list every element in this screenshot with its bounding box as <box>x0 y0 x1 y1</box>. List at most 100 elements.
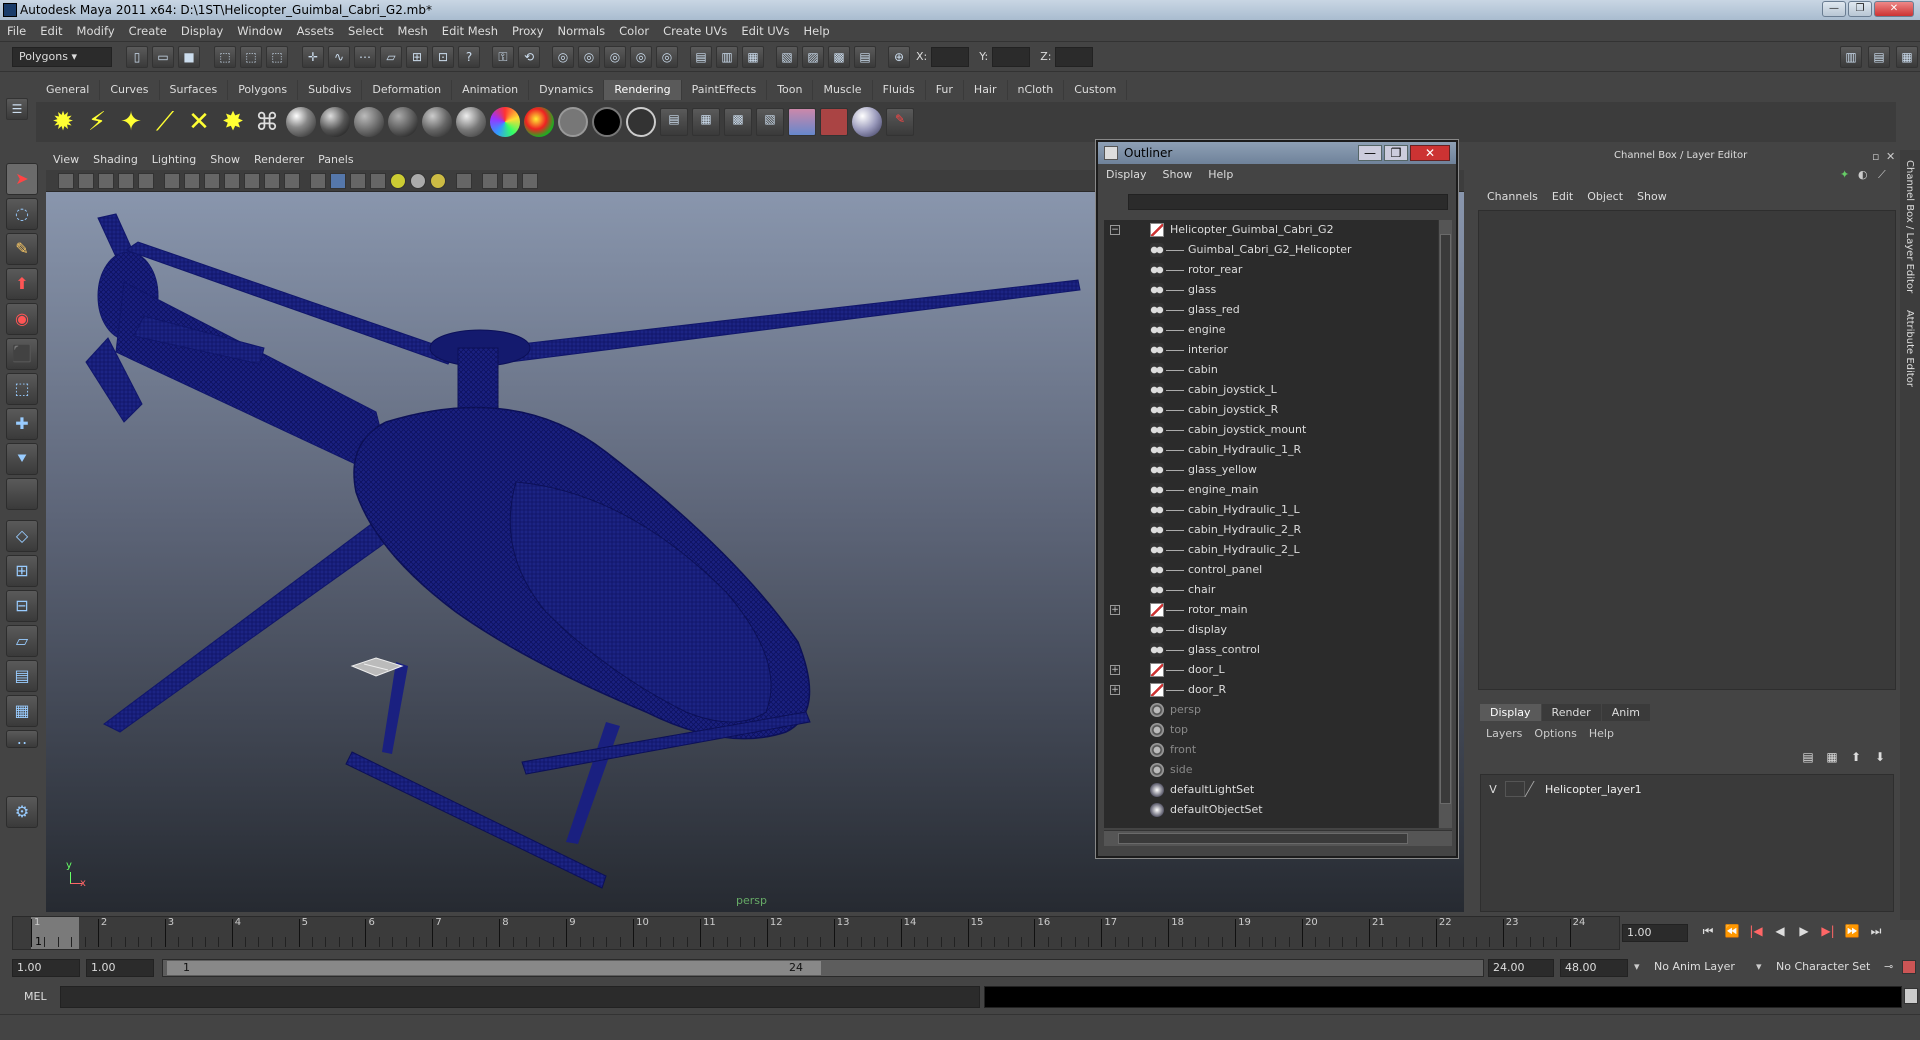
shelf-tab-fur[interactable]: Fur <box>926 80 964 100</box>
expand-icon[interactable]: + <box>1110 665 1120 675</box>
render-frame-icon[interactable]: ◎ <box>552 45 574 68</box>
y-field[interactable] <box>992 46 1031 67</box>
resolution-gate-icon[interactable] <box>204 172 220 189</box>
outliner-filter-field[interactable] <box>1128 194 1448 210</box>
expand-icon[interactable]: + <box>1110 685 1120 695</box>
outliner-item-glass-red[interactable]: glass_red <box>1104 300 1438 320</box>
select-hierarchy-icon[interactable]: ⬚ <box>214 45 236 68</box>
hypershade-sphere-icon[interactable] <box>852 107 882 137</box>
directional-light-icon[interactable]: ⚡ <box>80 107 114 137</box>
render-persp-icon[interactable]: ▦ <box>6 695 38 727</box>
snap-plane-icon[interactable]: ▱ <box>380 45 402 68</box>
outliner-menu-display[interactable]: Display <box>1098 164 1155 186</box>
outliner-item-guimbal-cabri-g2-helicopter[interactable]: Guimbal_Cabri_G2_Helicopter <box>1104 240 1438 260</box>
layer-tab-display[interactable]: Display <box>1480 704 1541 721</box>
minimize-button[interactable]: — <box>1822 1 1846 17</box>
point-light-icon[interactable]: ✦ <box>114 107 148 137</box>
close-button[interactable]: ✕ <box>1874 1 1914 17</box>
layer-name[interactable]: Helicopter_layer1 <box>1545 783 1642 796</box>
save-scene-icon[interactable]: ■ <box>178 45 200 68</box>
layer-menu-layers[interactable]: Layers <box>1480 727 1528 740</box>
field-chart-icon[interactable] <box>244 172 260 189</box>
h-scrollbar-thumb[interactable] <box>1118 833 1408 844</box>
outliner-horizontal-scrollbar[interactable] <box>1104 830 1452 846</box>
outliner-persp-icon[interactable]: ⊟ <box>6 590 38 622</box>
default-lighting-icon[interactable] <box>390 172 406 189</box>
new-layer-selected-icon[interactable]: ▦ <box>1820 750 1844 770</box>
history-icon[interactable]: ⟲ <box>518 45 540 68</box>
outliner-menu-show[interactable]: Show <box>1155 164 1201 186</box>
render-settings-icon[interactable]: ◎ <box>604 45 626 68</box>
command-language-label[interactable]: MEL <box>24 990 47 1003</box>
channel-toggle-icon[interactable]: ▤ <box>854 45 876 68</box>
outliner-item-chair[interactable]: chair <box>1104 580 1438 600</box>
outliner-item-root[interactable]: − Helicopter_Guimbal_Cabri_G2 <box>1104 220 1438 240</box>
select-tool-icon[interactable]: ➤ <box>6 163 38 195</box>
collapse-icon[interactable]: − <box>1110 225 1120 235</box>
shelf-tab-hair[interactable]: Hair <box>964 80 1008 100</box>
start-time-field[interactable]: 1.00 <box>12 959 80 977</box>
script-editor-icon[interactable] <box>1904 988 1918 1004</box>
go-to-end-icon[interactable]: ⏭ <box>1864 924 1888 944</box>
outliner-maximize-button[interactable]: ❐ <box>1384 145 1408 161</box>
wireframe-icon[interactable] <box>310 172 326 189</box>
attribute-toggle-icon[interactable]: ▨ <box>802 45 824 68</box>
layer-tab-anim[interactable]: Anim <box>1601 704 1650 721</box>
outliner-minimize-button[interactable]: — <box>1358 145 1382 161</box>
color-shader-icon[interactable] <box>524 107 554 137</box>
channel-box-area[interactable] <box>1478 210 1896 690</box>
shelf-tab-fluids[interactable]: Fluids <box>873 80 926 100</box>
shelf-toggle-icon[interactable]: ▦ <box>742 45 764 68</box>
outliner-item-camera-side[interactable]: side <box>1104 760 1438 780</box>
layer-visibility-toggle[interactable]: V <box>1481 783 1505 796</box>
spot-light-icon[interactable]: ⟋ <box>148 107 182 138</box>
tail-boom[interactable] <box>115 281 395 483</box>
outliner-item-rotor-main[interactable]: + rotor_main <box>1104 600 1438 620</box>
panel-float-icon[interactable]: ▫ <box>1872 150 1879 163</box>
shadow-shader-icon[interactable] <box>626 107 656 137</box>
time-slider[interactable]: 1 1 2 3 4 5 6 7 8 9 10 11 12 13 14 15 16 17 18 19 20 21 22 23 2… <box>12 916 1620 950</box>
viewport-menu-renderer[interactable]: Renderer <box>247 150 311 170</box>
shelf-tab-ncloth[interactable]: nCloth <box>1008 80 1065 100</box>
outliner-item-camera-top[interactable]: top <box>1104 720 1438 740</box>
channel-menu-edit[interactable]: Edit <box>1545 190 1580 203</box>
menu-edit[interactable]: Edit <box>33 20 69 42</box>
ssao-icon[interactable] <box>522 172 538 189</box>
graph-persp-icon[interactable]: ▱ <box>6 625 38 657</box>
outliner-item-door-r[interactable]: + door_R <box>1104 680 1438 700</box>
isolate-select-icon[interactable] <box>456 172 472 189</box>
expand-icon[interactable]: + <box>1110 605 1120 615</box>
xray-icon[interactable] <box>370 172 386 189</box>
snap-surface-icon[interactable]: ⊞ <box>406 45 428 68</box>
playback-end-field[interactable]: 24.00 <box>1488 959 1554 977</box>
menu-modify[interactable]: Modify <box>70 20 122 42</box>
ramp-shader-icon[interactable] <box>490 107 520 137</box>
select-camera-icon[interactable] <box>58 172 74 189</box>
shelf-tab-rendering[interactable]: Rendering <box>604 80 682 100</box>
shelf-tab-general[interactable]: General <box>36 80 101 100</box>
select-component-icon[interactable]: ⬚ <box>266 45 288 68</box>
step-forward-frame-icon[interactable]: ▶| <box>1816 924 1840 944</box>
key-icon[interactable]: ⊸ <box>1884 960 1893 973</box>
channel-menu-channels[interactable]: Channels <box>1480 190 1545 203</box>
last-tool-icon[interactable] <box>6 478 38 510</box>
wireframe-on-shaded-icon[interactable] <box>350 172 366 189</box>
safe-action-icon[interactable] <box>264 172 280 189</box>
grid-icon[interactable] <box>164 172 180 189</box>
single-pane-icon[interactable]: ◇ <box>6 520 38 552</box>
play-backwards-icon[interactable]: ◀ <box>1768 924 1792 944</box>
character-set-dropdown[interactable]: No Character Set <box>1772 959 1880 977</box>
shelf-tab-surfaces[interactable]: Surfaces <box>160 80 229 100</box>
select-object-icon[interactable]: ⬚ <box>240 45 262 68</box>
animation-preferences-icon[interactable] <box>1902 960 1916 974</box>
outliner-item-camera-persp[interactable]: persp <box>1104 700 1438 720</box>
texture-icon[interactable] <box>502 172 518 189</box>
smooth-shade-icon[interactable] <box>330 172 346 189</box>
menu-file[interactable]: File <box>0 20 33 42</box>
snapshot-icon[interactable]: ▧ <box>756 108 784 136</box>
channel-box-toggle-icon[interactable]: ▦ <box>1896 45 1918 68</box>
area-light-icon[interactable]: ✕ <box>182 107 216 137</box>
batch-render-icon[interactable]: ▦ <box>692 108 720 136</box>
menu-normals[interactable]: Normals <box>551 20 613 42</box>
outliner-vertical-scrollbar[interactable] <box>1438 220 1452 828</box>
